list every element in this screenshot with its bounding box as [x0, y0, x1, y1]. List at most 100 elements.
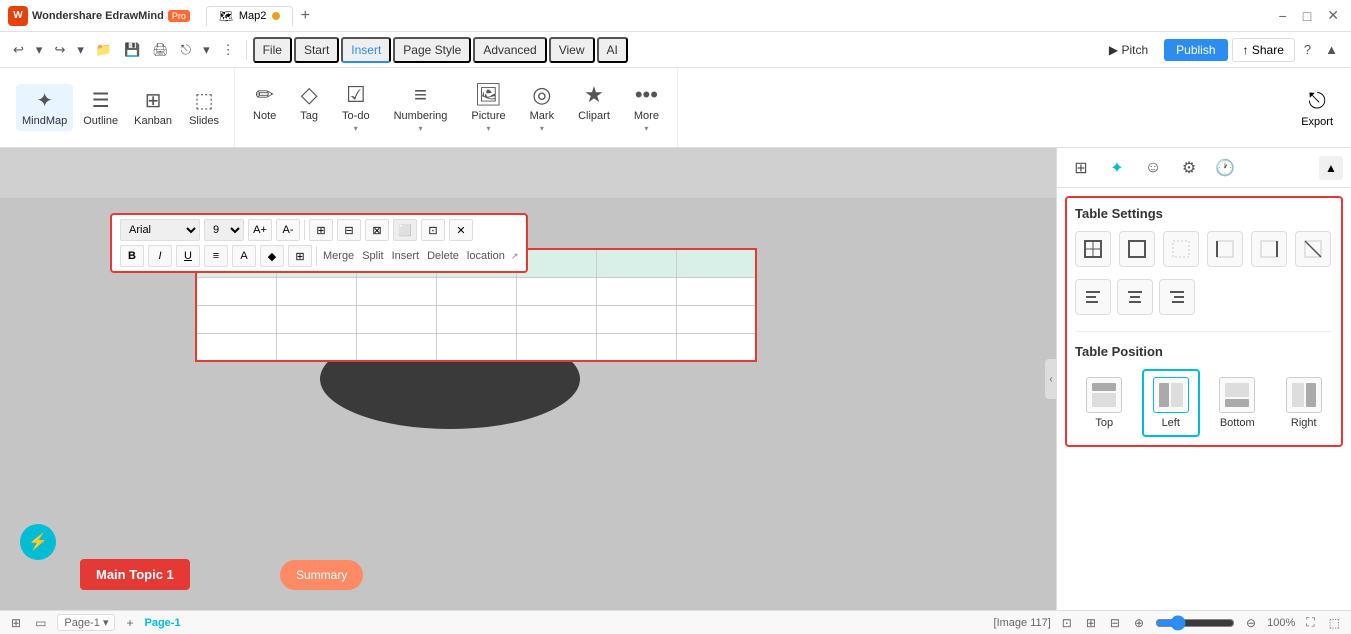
align-center-btn[interactable] [1117, 279, 1153, 315]
ts-btn-diagonal[interactable] [1295, 231, 1331, 267]
font-family-select[interactable]: Arial [120, 219, 200, 241]
close-toolbar-btn[interactable]: ✕ [449, 219, 473, 241]
ts-btn-no-borders[interactable] [1163, 231, 1199, 267]
position-right-btn[interactable]: Right [1275, 369, 1334, 437]
fit-height-btn[interactable]: ⊞ [1083, 615, 1099, 631]
table-cell[interactable] [676, 305, 756, 333]
table-cell[interactable] [276, 277, 356, 305]
ts-btn-outer-borders[interactable] [1119, 231, 1155, 267]
fullscreen-btn[interactable]: ⬚ [1326, 615, 1343, 631]
resize-handle[interactable]: ↗ [511, 251, 519, 262]
redo-button[interactable]: ↪ [49, 39, 70, 61]
save-button[interactable]: 💾 [119, 39, 145, 61]
italic-btn[interactable]: I [148, 245, 172, 267]
ts-btn-right-border[interactable] [1251, 231, 1287, 267]
table-cell[interactable] [196, 277, 276, 305]
fit-width-btn[interactable]: ⊡ [1059, 615, 1075, 631]
pitch-button[interactable]: ▶ Pitch [1097, 39, 1160, 61]
mark-btn[interactable]: ◎ Mark ▾ [520, 76, 564, 139]
todo-btn[interactable]: ☑ To-do ▾ [332, 76, 380, 139]
table-cell[interactable] [676, 249, 756, 277]
fill-color-btn[interactable]: ◆ [260, 245, 284, 267]
merge-cells-icon-btn[interactable]: ⊠ [365, 219, 389, 241]
numbering-btn[interactable]: ≡ Numbering ▾ [384, 76, 458, 139]
table-cell[interactable] [356, 305, 436, 333]
font-grow-btn[interactable]: A+ [248, 219, 272, 241]
maximize-button[interactable]: □ [1299, 7, 1315, 24]
collapse-ribbon-button[interactable]: ▲ [1320, 39, 1343, 60]
table-border-btn[interactable]: ⊡ [421, 219, 445, 241]
location-label[interactable]: location [465, 250, 507, 262]
panel-tab-table[interactable]: ⊞ [1065, 152, 1097, 184]
slides-btn[interactable]: ⬚ Slides [182, 84, 226, 131]
redo-dropdown[interactable]: ▾ [72, 39, 89, 61]
table-cell[interactable] [516, 305, 596, 333]
ts-btn-all-borders[interactable] [1075, 231, 1111, 267]
publish-button[interactable]: Publish [1164, 39, 1227, 61]
table-cell[interactable] [436, 277, 516, 305]
border-btn[interactable]: ⊞ [288, 245, 312, 267]
summary-node[interactable]: Summary [280, 560, 363, 590]
share-button[interactable]: ↑ Share [1232, 38, 1295, 62]
table-cell[interactable] [276, 305, 356, 333]
font-size-select[interactable]: 9 [204, 219, 244, 241]
align-right-btn[interactable] [1159, 279, 1195, 315]
ts-btn-left-border[interactable] [1207, 231, 1243, 267]
panel-tab-magic[interactable]: ✦ [1101, 152, 1133, 184]
insert-row-above-btn[interactable]: ⊞ [309, 219, 333, 241]
tag-btn[interactable]: ◇ Tag [290, 76, 328, 128]
more-btn[interactable]: ••• More ▾ [624, 76, 669, 139]
panel-collapse-btn[interactable]: ▲ [1319, 156, 1343, 180]
font-shrink-btn[interactable]: A- [276, 219, 300, 241]
open-button[interactable]: 📁 [91, 39, 117, 61]
note-btn[interactable]: ✏ Note [243, 76, 286, 128]
export-btn[interactable]: ⎋ Export [1291, 82, 1343, 134]
status-icon-2[interactable]: ▭ [32, 615, 49, 631]
menu-view[interactable]: View [549, 37, 595, 63]
table-cell[interactable] [436, 305, 516, 333]
position-left-btn[interactable]: Left [1142, 369, 1201, 437]
page-selector[interactable]: Page-1 ▾ [57, 614, 115, 631]
bold-btn[interactable]: B [120, 245, 144, 267]
position-bottom-btn[interactable]: Bottom [1208, 369, 1267, 437]
fit-page-btn[interactable]: ⊟ [1107, 615, 1123, 631]
table-cell[interactable] [516, 333, 596, 361]
menu-page-style[interactable]: Page Style [393, 37, 471, 63]
table-cell[interactable] [596, 305, 676, 333]
insert-row-below-btn[interactable]: ⊟ [337, 219, 361, 241]
floating-action-btn[interactable]: ⚡ [20, 524, 56, 560]
outline-btn[interactable]: ☰ Outline [77, 84, 124, 131]
table-cell[interactable] [596, 277, 676, 305]
table-cell[interactable] [356, 333, 436, 361]
menu-ai[interactable]: AI [597, 37, 628, 63]
menu-insert[interactable]: Insert [341, 37, 391, 63]
more-tools[interactable]: ⋮ [217, 39, 240, 61]
export-quick-button[interactable]: ⎋ [176, 39, 196, 61]
print-button[interactable]: 🖨 [147, 39, 174, 61]
zoom-in-btn[interactable]: ⊕ [1131, 615, 1147, 631]
table-cell[interactable] [196, 305, 276, 333]
panel-tab-history[interactable]: 🕐 [1209, 152, 1241, 184]
status-icon-1[interactable]: ⊞ [8, 615, 24, 631]
add-page-btn[interactable]: + [123, 615, 136, 631]
position-top-btn[interactable]: Top [1075, 369, 1134, 437]
new-tab-button[interactable]: + [295, 6, 315, 26]
delete-label[interactable]: Delete [425, 250, 461, 262]
zoom-slider[interactable] [1155, 615, 1235, 631]
clipart-btn[interactable]: ★ Clipart [568, 76, 620, 128]
text-color-btn[interactable]: A [232, 245, 256, 267]
table-color-btn[interactable]: ⬜ [393, 219, 417, 241]
table-cell[interactable] [596, 249, 676, 277]
underline-btn[interactable]: U [176, 245, 200, 267]
menu-file[interactable]: File [253, 37, 292, 63]
table-cell[interactable] [676, 333, 756, 361]
undo-dropdown[interactable]: ▾ [31, 39, 48, 61]
table-cell[interactable] [196, 333, 276, 361]
align-btn[interactable]: ≡ [204, 245, 228, 267]
menu-advanced[interactable]: Advanced [473, 37, 546, 63]
panel-collapse-handle[interactable]: ‹ [1045, 359, 1057, 399]
undo-button[interactable]: ↩ [8, 39, 29, 61]
merge-label[interactable]: Merge [321, 250, 356, 262]
table-cell[interactable] [516, 277, 596, 305]
canvas-area[interactable]: Arial 9 A+ A- ⊞ ⊟ ⊠ ⬜ ⊡ ✕ B I U ≡ [0, 148, 1056, 610]
